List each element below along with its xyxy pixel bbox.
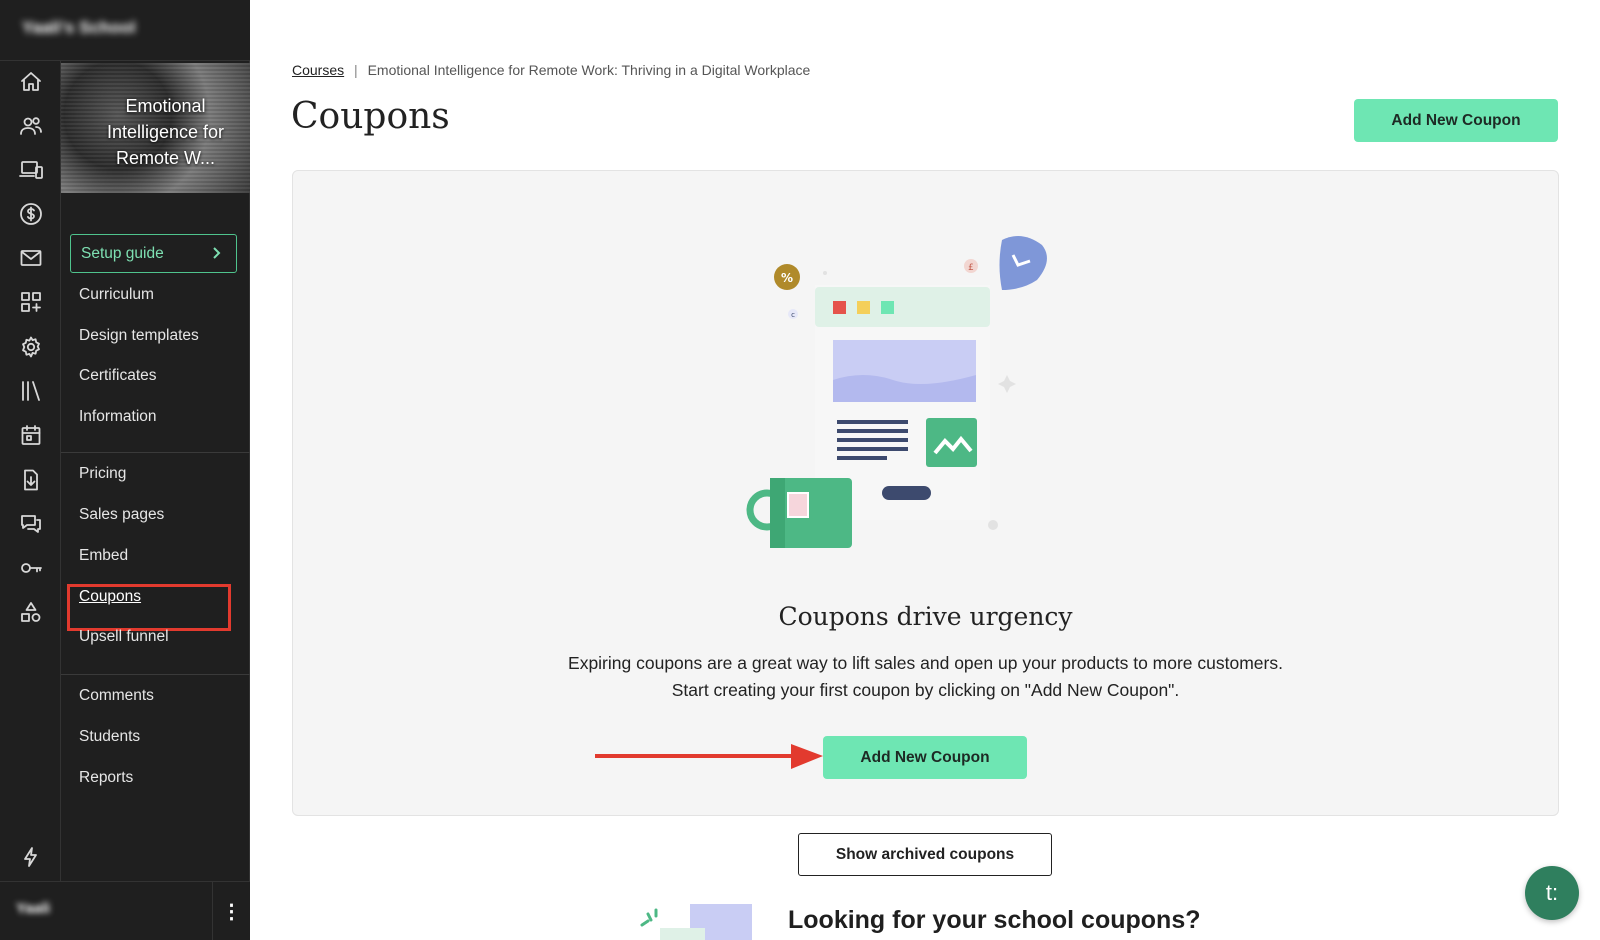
school-name[interactable]: Yaali's School (0, 0, 250, 61)
empty-state-title: Coupons drive urgency (778, 602, 1073, 631)
key-icon[interactable] (17, 554, 45, 582)
school-coupons-heading: Looking for your school coupons? (788, 906, 1201, 934)
breadcrumb: Courses | Emotional Intelligence for Rem… (292, 62, 810, 78)
sidebar-item-certificates[interactable]: Certificates (79, 367, 157, 385)
arrow-annotation (595, 744, 823, 769)
svg-text:£: £ (968, 263, 974, 273)
sidebar-divider (61, 452, 250, 453)
calendar-icon[interactable] (17, 421, 45, 449)
download-doc-icon[interactable] (17, 466, 45, 494)
empty-state-description: Expiring coupons are a great way to lift… (292, 650, 1559, 704)
users-icon[interactable] (17, 112, 45, 140)
coupon-illustration: % £ c (746, 236, 1047, 548)
gear-icon[interactable] (17, 333, 45, 361)
mail-icon[interactable] (17, 244, 45, 272)
sidebar-item-sales-pages[interactable]: Sales pages (79, 506, 164, 524)
more-options-icon[interactable]: ⋮ (212, 882, 250, 940)
lightning-icon[interactable] (17, 843, 45, 871)
breadcrumb-courses-link[interactable]: Courses (292, 62, 344, 78)
apps-icon[interactable] (17, 288, 45, 316)
course-title: Emotional Intelligence for Remote W... (106, 96, 225, 168)
shapes-icon[interactable] (17, 598, 45, 626)
add-new-coupon-button[interactable]: Add New Coupon (1354, 99, 1558, 142)
sidebar-item-reports[interactable]: Reports (79, 769, 133, 787)
course-thumbnail[interactable]: Emotional Intelligence for Remote W... (61, 63, 250, 193)
setup-guide-label: Setup guide (81, 244, 164, 262)
course-sidebar: Emotional Intelligence for Remote W... S… (61, 61, 250, 940)
breadcrumb-separator: | (354, 62, 358, 78)
show-archived-coupons-button[interactable]: Show archived coupons (798, 833, 1052, 876)
page-title: Coupons (291, 96, 450, 137)
empty-state-line-1: Expiring coupons are a great way to lift… (568, 653, 1283, 673)
comments-icon[interactable] (17, 510, 45, 538)
sidebar-divider (61, 674, 250, 675)
sidebar-item-upsell-funnel[interactable]: Upsell funnel (79, 628, 169, 646)
home-icon[interactable] (17, 68, 45, 96)
user-bar: Yaali ⋮ (0, 881, 250, 940)
sidebar-item-embed[interactable]: Embed (79, 547, 128, 565)
sidebar-item-pricing[interactable]: Pricing (79, 465, 126, 483)
school-name-label: Yaali's School (22, 18, 136, 37)
library-icon[interactable] (17, 377, 45, 405)
sidebar-item-coupons[interactable]: Coupons (79, 588, 141, 606)
dollar-icon[interactable] (17, 200, 45, 228)
school-coupons-illustration (640, 904, 752, 940)
add-new-coupon-button-empty-state[interactable]: Add New Coupon (823, 736, 1027, 779)
sidebar-item-information[interactable]: Information (79, 408, 157, 426)
user-name[interactable]: Yaali (16, 900, 50, 917)
devices-icon[interactable] (17, 156, 45, 184)
svg-text:c: c (791, 311, 795, 319)
icon-rail (0, 0, 61, 940)
sidebar-item-curriculum[interactable]: Curriculum (79, 286, 154, 304)
svg-text:%: % (781, 271, 793, 285)
breadcrumb-current: Emotional Intelligence for Remote Work: … (367, 62, 811, 78)
chat-launcher[interactable]: t: (1525, 866, 1579, 920)
sidebar-item-design-templates[interactable]: Design templates (79, 327, 199, 345)
setup-guide-button[interactable]: Setup guide (70, 234, 237, 273)
chevron-right-icon (208, 245, 224, 261)
sidebar-item-comments[interactable]: Comments (79, 687, 154, 705)
sidebar-item-students[interactable]: Students (79, 728, 140, 746)
empty-state-line-2: Start creating your first coupon by clic… (671, 680, 1180, 700)
